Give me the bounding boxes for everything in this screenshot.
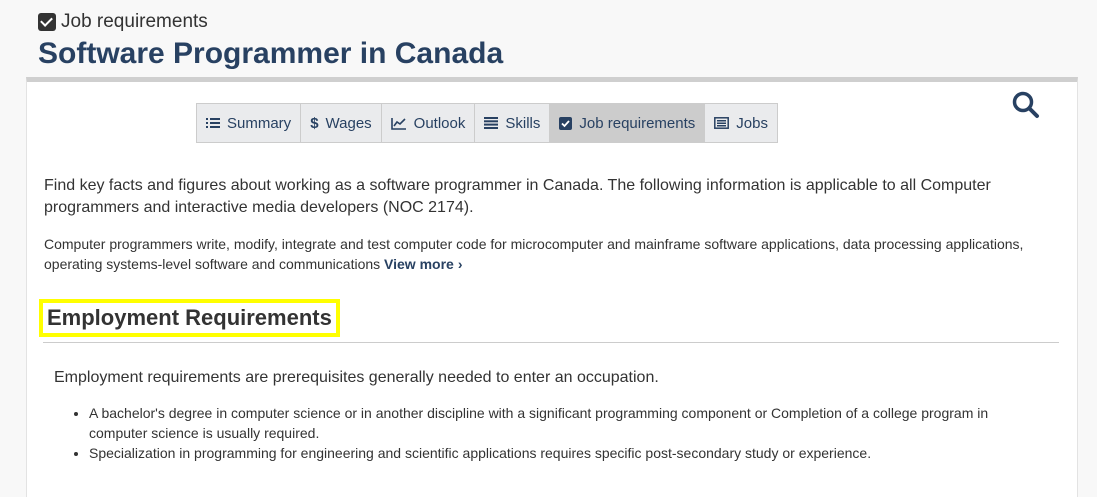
list-icon [206,117,220,129]
view-more-label: View more [384,256,454,272]
tab-summary[interactable]: Summary [197,104,302,142]
list-item: A bachelor's degree in computer science … [89,403,1049,443]
tab-label: Jobs [736,114,768,132]
line-chart-icon [390,117,407,130]
search-icon [1012,91,1039,118]
content-panel: Summary $ Wages Outlook Skills Job requi… [26,77,1078,497]
page-header: Job requirements Software Programmer in … [38,10,503,72]
tab-label: Wages [325,114,372,132]
dollar-icon: $ [310,114,319,132]
tab-wages[interactable]: $ Wages [301,104,382,142]
checkbox-icon [559,116,573,130]
tab-outlook[interactable]: Outlook [381,104,476,142]
tab-label: Outlook [413,114,466,132]
search-button[interactable] [1011,90,1041,120]
divider [43,342,1059,343]
tab-job-requirements[interactable]: Job requirements [550,104,706,142]
description-text: Computer programmers write, modify, inte… [44,236,1024,272]
page-title: Software Programmer in Canada [38,37,504,70]
section-heading: Employment Requirements [39,299,340,337]
section-lead: Employment requirements are prerequisite… [54,369,659,386]
eyebrow-label: Job requirements [61,11,208,32]
tab-label: Skills [505,114,541,132]
checkbox-icon [38,13,56,31]
view-more-link[interactable]: View more › [384,256,462,272]
occupation-description: Computer programmers write, modify, inte… [44,234,1064,274]
bars-icon [484,117,499,129]
eyebrow: Job requirements [38,10,503,34]
newspaper-icon [714,117,730,129]
tab-jobs[interactable]: Jobs [705,104,777,142]
tab-label: Job requirements [579,114,696,132]
requirements-list: A bachelor's degree in computer science … [89,403,1049,463]
chevron-right-icon: › [457,256,463,272]
intro-text: Find key facts and figures about working… [44,177,991,216]
tab-skills[interactable]: Skills [475,104,551,142]
section-tabs: Summary $ Wages Outlook Skills Job requi… [196,103,778,143]
list-item: Specialization in programming for engine… [89,443,1049,463]
tab-label: Summary [227,114,292,132]
